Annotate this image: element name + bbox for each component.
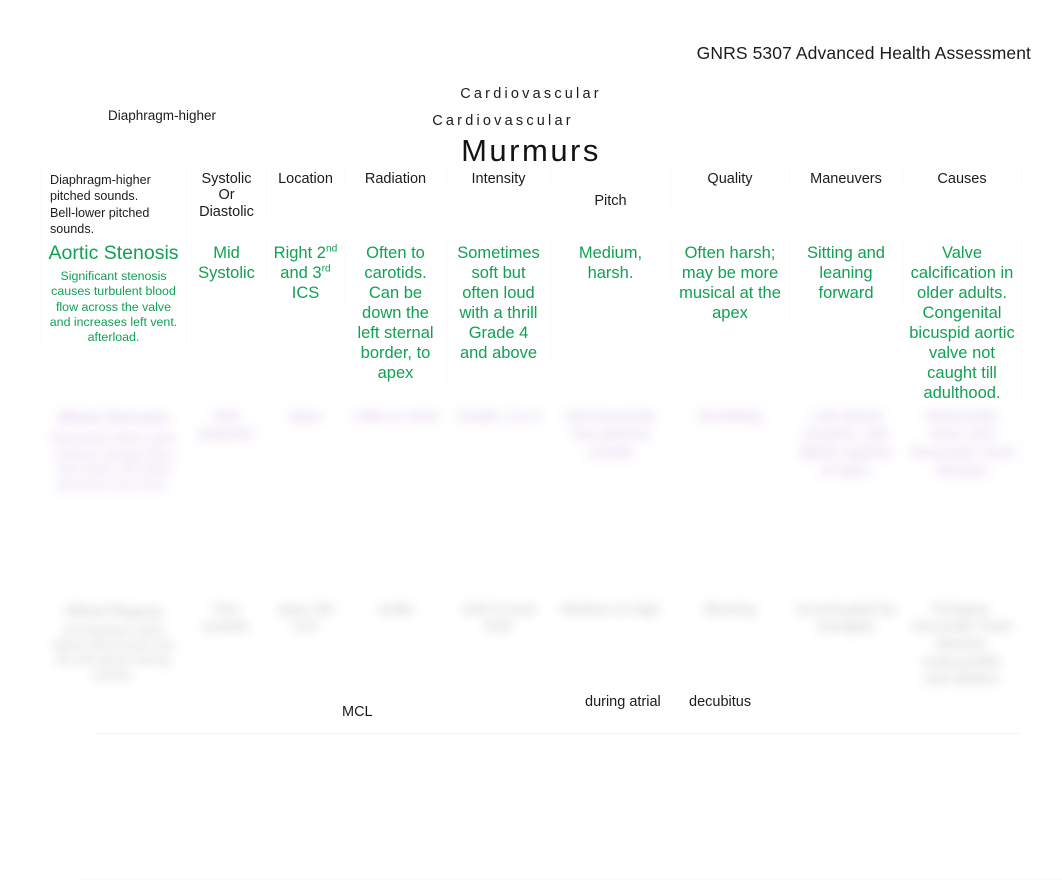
location-post: ICS [291,283,320,302]
header-cell-causes: Causes [903,164,1022,188]
cell-radiation: Often to carotids. Can be down the left … [345,236,447,384]
cell-location-obscured: Apex [267,403,345,426]
cell-causes: Valve calcification in older adults. Con… [903,236,1022,404]
header-cell-radiation: Radiation [345,164,447,188]
location-mid: and 3 [280,263,322,282]
header-cell-location: Location [267,164,345,188]
fragment-during-atrial: during atrial [585,694,661,710]
header-cell-systolic-diastolic: Systolic Or Diastolic [187,164,267,221]
legend-line-2: pitched sounds. [50,189,139,204]
cell-radiation-obscured: Little or none [345,403,447,426]
cell-systolic-diastolic-obscured-2: Pan systolic [187,597,267,637]
cell-condition: Aortic Stenosis Significant stenosis cau… [40,236,187,346]
cell-quality-obscured-2: Blowing [671,597,790,620]
stray-diaphragm-label: Diaphragm-higher [108,108,217,123]
location-pre: Right 2 [273,244,326,262]
header-sysdia-line-1: Systolic [201,171,252,187]
fragment-decubitus: decubitus [689,694,752,710]
title-line-1: Cardiovascular [460,86,602,102]
header-sysdia-line-2: Or [218,187,235,204]
cell-condition-obscured-2: Mitral Regurg Incompetent valve allows b… [40,597,187,683]
cell-quality-obscured: Rumbling [671,403,790,426]
legend-line-4: sounds. [50,222,95,237]
cell-maneuvers: Sitting and leaning forward [790,236,903,304]
cell-location-obscured-2: Apex 5th ICS [267,597,345,637]
header-cell-maneuvers: Maneuvers [790,164,903,188]
cell-quality: Often harsh; may be more musical at the … [671,236,790,324]
header-cell-quality: Quality [671,164,790,188]
cell-pitch-obscured: Decrescendo low pitched rumble [551,403,671,462]
cell-pitch-obscured-2: Medium to high [551,597,671,620]
course-header: GNRS 5307 Advanced Health Assessment [696,43,1031,63]
cell-causes-obscured-2: Prolapse, rheumatic heart disease, endoc… [903,597,1022,689]
condition-description: Significant stenosis causes turbulent bl… [49,268,178,345]
condition-title-obscured-2: Mitral Regurg [65,602,162,620]
header-cell-legend: Diaphragm-higher pitched sounds. Bell-lo… [40,164,187,238]
document-page: GNRS 5307 Advanced Health Assessment Car… [0,0,1062,880]
cell-maneuvers-obscured: Left lateral position, bell lightly appl… [790,403,903,480]
header-cell-pitch: Pitch [551,164,671,210]
table-row: Aortic Stenosis Significant stenosis cau… [40,236,1022,404]
cell-causes-obscured: Rheumatic fever and rheumatic heart dise… [903,403,1022,480]
cell-intensity-obscured-2: Soft to loud thrill [447,597,551,637]
condition-title-obscured: Mitral Stenosis [57,407,170,427]
murmurs-table: Diaphragm-higher pitched sounds. Bell-lo… [40,164,1062,880]
condition-description-obscured-2: Incompetent valve allows blood back into… [52,622,175,682]
cell-radiation-obscured-2: Axilla [345,597,447,620]
location-ordinal-2: rd [321,263,331,275]
cell-pitch: Medium, harsh. [551,236,671,284]
location-ordinal-1: nd [325,243,338,255]
cell-systolic-diastolic: Mid Systolic [187,236,267,284]
table-row-obscured-gray: Mitral Regurg Incompetent valve allows b… [40,597,1022,704]
header-sysdia-line-3: Diastolic [199,203,254,220]
cell-intensity: Sometimes soft but often loud with a thr… [447,236,551,364]
cell-maneuvers-obscured-2: Accentuated by handgrip [790,597,903,637]
condition-description-obscured: Narrowed mitral valve restricts forward … [50,430,177,492]
bottom-divider [96,733,1020,734]
cell-systolic-diastolic-obscured: Mid Diastolic [187,403,267,444]
cell-intensity-obscured: Grade 1 to 4 [447,403,551,426]
legend-line-1: Diaphragm-higher [50,173,151,187]
table-row-obscured-purple: Mitral Stenosis Narrowed mitral valve re… [40,403,1022,598]
cell-location: Right 2nd and 3rd ICS [267,236,345,304]
fragment-mcl: MCL [342,704,373,717]
header-cell-intensity: Intensity [447,164,551,188]
condition-title: Aortic Stenosis [48,242,179,264]
legend-line-3: Bell-lower pitched [50,205,150,220]
table-header-row: Diaphragm-higher pitched sounds. Bell-lo… [40,164,1022,238]
cell-condition-obscured: Mitral Stenosis Narrowed mitral valve re… [40,403,187,493]
